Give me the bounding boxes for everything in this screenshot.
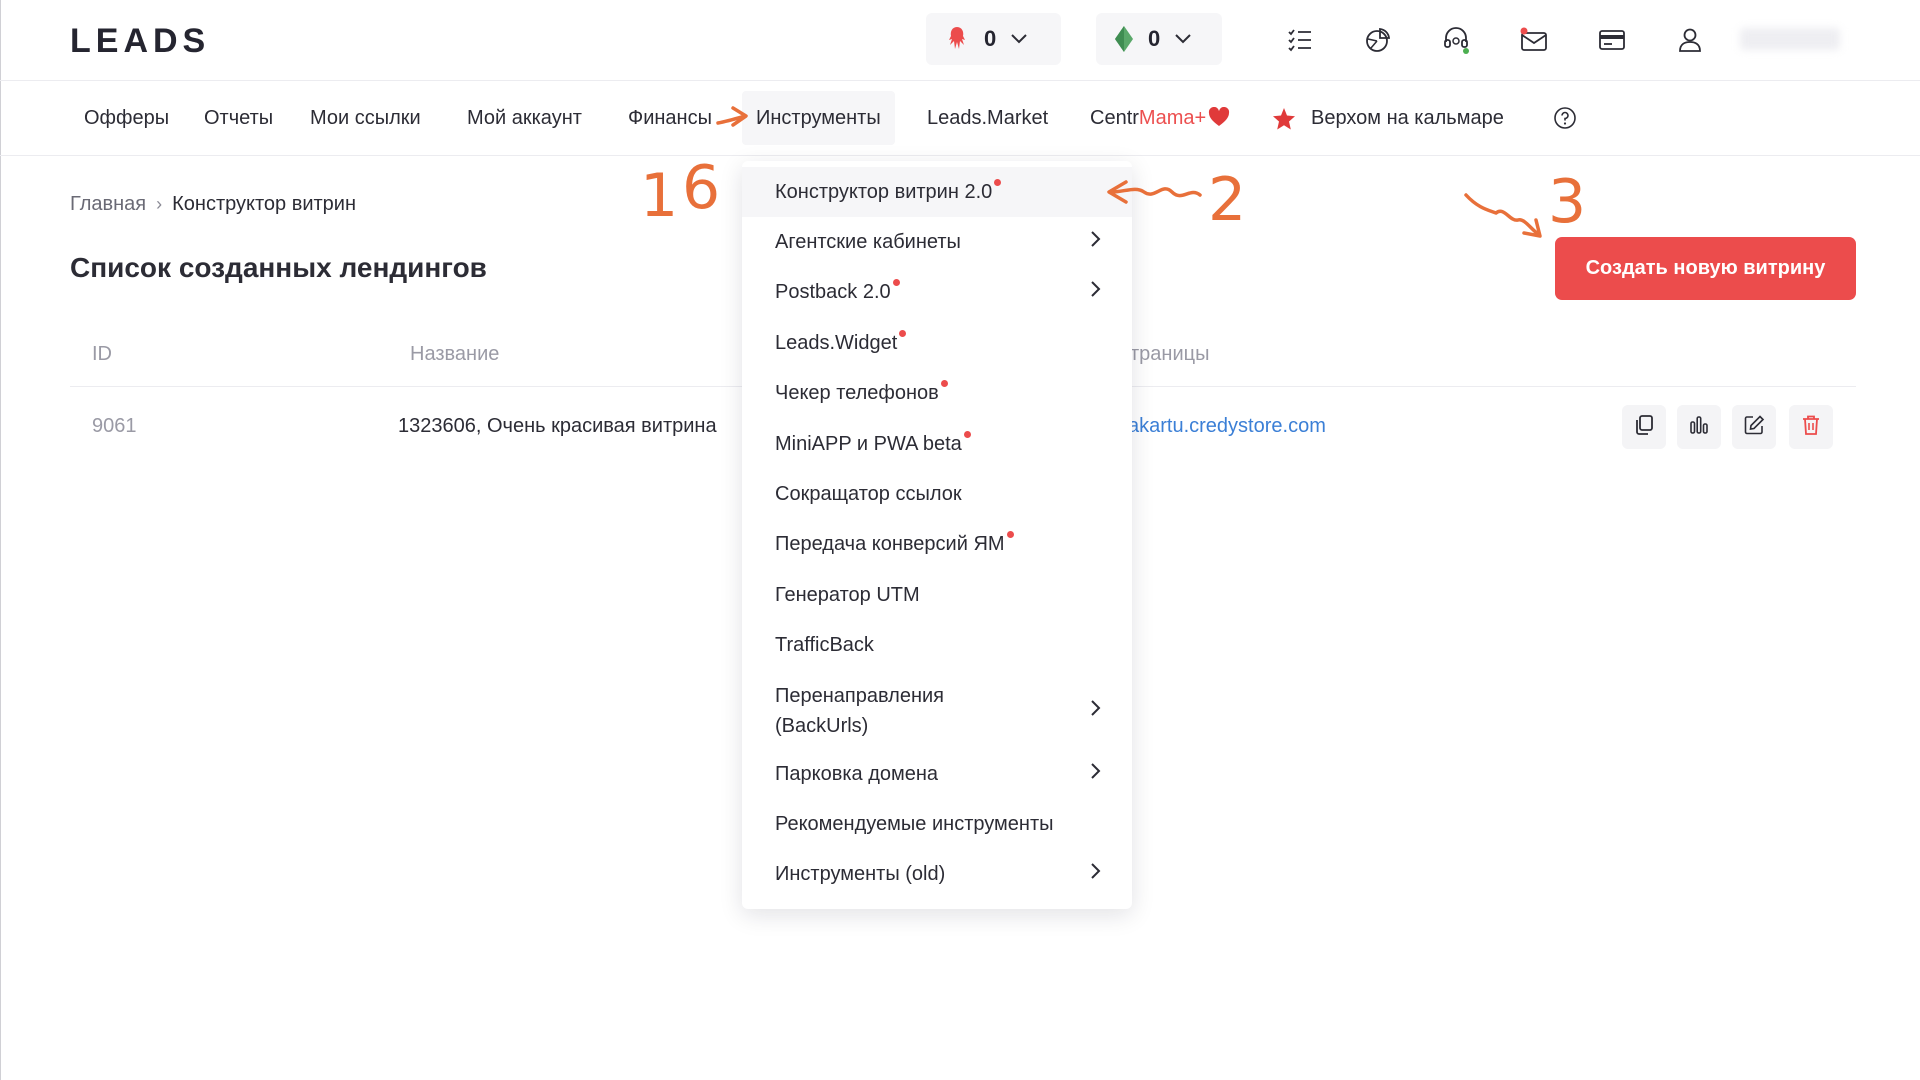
row-page-link[interactable]: akartu.credystore.com bbox=[1128, 415, 1326, 438]
main-navigation: Офферы Отчеты Мои ссылки Мой аккаунт Фин… bbox=[0, 81, 1920, 156]
new-dot-badge bbox=[892, 278, 900, 286]
row-name: 1323606, Очень красивая витрина bbox=[398, 415, 717, 437]
nav-centrmama[interactable]: CentrMama+ bbox=[1090, 106, 1230, 133]
menu-item-label: Leads.Widget bbox=[775, 331, 898, 354]
menu-item-recommended-tools[interactable]: Рекомендуемые инструменты bbox=[742, 799, 1132, 849]
breadcrumb-separator: › bbox=[156, 194, 163, 214]
edit-pencil-icon bbox=[1743, 414, 1765, 441]
menu-item-label: Чекер телефонов bbox=[775, 381, 939, 404]
gem-counter-dropdown[interactable]: 0 bbox=[1096, 13, 1222, 65]
menu-item-postback[interactable]: Postback 2.0 bbox=[742, 267, 1132, 317]
annotation-number-6: 6 bbox=[682, 153, 720, 223]
new-dot-badge bbox=[963, 430, 971, 438]
menu-item-agent-cabinets[interactable]: Агентские кабинеты bbox=[742, 217, 1132, 267]
star-icon bbox=[1272, 107, 1296, 136]
menu-item-ym-conversions[interactable]: Передача конверсий ЯМ bbox=[742, 519, 1132, 569]
chevron-right-icon bbox=[1090, 862, 1102, 886]
menu-item-trafficback[interactable]: TrafficBack bbox=[742, 620, 1132, 670]
chevron-right-icon bbox=[1090, 230, 1102, 254]
annotation-number-3: 3 bbox=[1548, 167, 1586, 237]
copy-button[interactable] bbox=[1622, 405, 1666, 449]
trash-icon bbox=[1801, 414, 1821, 441]
menu-item-label: Postback 2.0 bbox=[775, 280, 891, 303]
blurred-user-id bbox=[1740, 28, 1840, 50]
squid-count: 0 bbox=[984, 26, 997, 51]
nav-leads-market[interactable]: Leads.Market bbox=[927, 107, 1048, 130]
menu-item-leads-widget[interactable]: Leads.Widget bbox=[742, 318, 1132, 368]
column-header-id: ID bbox=[92, 343, 112, 365]
menu-item-label: TrafficBack bbox=[775, 633, 874, 656]
edit-button[interactable] bbox=[1732, 405, 1776, 449]
menu-item-label: Рекомендуемые инструменты bbox=[775, 812, 1054, 835]
breadcrumb-home[interactable]: Главная bbox=[70, 193, 146, 216]
breadcrumb: Главная › Конструктор витрин bbox=[70, 193, 356, 216]
gem-icon bbox=[1114, 25, 1134, 53]
bar-chart-icon bbox=[1688, 414, 1710, 441]
new-dot-badge bbox=[994, 178, 1002, 186]
nav-my-links[interactable]: Мои ссылки bbox=[310, 107, 421, 130]
nav-reports[interactable]: Отчеты bbox=[204, 107, 273, 130]
chevron-right-icon bbox=[1090, 280, 1102, 304]
chevron-right-icon bbox=[1090, 762, 1102, 786]
menu-item-showcase-builder[interactable]: Конструктор витрин 2.0 bbox=[742, 167, 1132, 217]
nav-squid-ride[interactable]: Верхом на кальмаре bbox=[1311, 107, 1504, 130]
menu-item-label: Генератор UTM bbox=[775, 583, 920, 606]
new-dot-badge bbox=[1006, 530, 1014, 538]
stats-button[interactable] bbox=[1677, 405, 1721, 449]
menu-item-label-line1: Перенаправления bbox=[775, 685, 944, 707]
new-dot-badge bbox=[899, 329, 907, 337]
annotation-number-1: 1 bbox=[640, 161, 678, 231]
squid-counter-dropdown[interactable]: 0 bbox=[926, 13, 1061, 65]
menu-item-label: Сокращатор ссылок bbox=[775, 482, 962, 505]
menu-item-miniapp-pwa[interactable]: MiniAPP и PWA beta bbox=[742, 419, 1132, 469]
nav-my-account[interactable]: Мой аккаунт bbox=[467, 107, 582, 130]
page-title: Список созданных лендингов bbox=[70, 252, 487, 283]
centr-label: Centr bbox=[1090, 107, 1139, 129]
create-showcase-button[interactable]: Создать новую витрину bbox=[1555, 237, 1856, 300]
column-header-pages: траницы bbox=[1130, 343, 1210, 365]
column-header-name: Название bbox=[410, 343, 500, 365]
gem-count: 0 bbox=[1148, 26, 1161, 51]
copy-icon bbox=[1633, 414, 1655, 441]
tools-dropdown-menu: Конструктор витрин 2.0 Агентские кабинет… bbox=[742, 161, 1132, 909]
menu-item-label-line2: (BackUrls) bbox=[775, 715, 869, 737]
menu-item-label: Передача конверсий ЯМ bbox=[775, 532, 1005, 555]
user-profile-icon[interactable] bbox=[1676, 26, 1704, 54]
menu-item-utm-generator[interactable]: Генератор UTM bbox=[742, 570, 1132, 620]
menu-item-label: Инструменты (old) bbox=[775, 862, 946, 885]
row-id: 9061 bbox=[92, 415, 137, 437]
leads-logo[interactable]: LEADS bbox=[70, 22, 210, 61]
chevron-right-icon bbox=[1090, 696, 1102, 726]
menu-item-label: Парковка домена bbox=[775, 762, 939, 785]
squid-icon bbox=[944, 25, 970, 53]
mail-icon[interactable] bbox=[1520, 26, 1548, 54]
nav-offers[interactable]: Офферы bbox=[84, 107, 169, 130]
menu-item-label: MiniAPP и PWA beta bbox=[775, 432, 962, 455]
delete-button[interactable] bbox=[1789, 405, 1833, 449]
menu-item-label: Агентские кабинеты bbox=[775, 230, 961, 253]
chevron-down-icon bbox=[1010, 33, 1028, 45]
help-icon[interactable] bbox=[1553, 106, 1577, 135]
breadcrumb-current: Конструктор витрин bbox=[172, 193, 357, 215]
nav-tools[interactable]: Инструменты bbox=[742, 91, 895, 145]
window-left-border bbox=[0, 0, 1, 1080]
tasks-list-icon[interactable] bbox=[1286, 26, 1314, 54]
menu-item-label: Перенаправления (BackUrls) bbox=[775, 681, 944, 741]
menu-item-redirects[interactable]: Перенаправления (BackUrls) bbox=[742, 675, 1132, 747]
top-header: LEADS 0 0 bbox=[0, 0, 1920, 81]
pie-chart-icon[interactable] bbox=[1364, 26, 1392, 54]
menu-item-link-shortener[interactable]: Сокращатор ссылок bbox=[742, 469, 1132, 519]
new-dot-badge bbox=[940, 379, 948, 387]
nav-finance[interactable]: Финансы bbox=[628, 107, 712, 130]
credit-card-icon[interactable] bbox=[1598, 26, 1626, 54]
menu-item-domain-parking[interactable]: Парковка домена bbox=[742, 749, 1132, 799]
menu-item-phone-checker[interactable]: Чекер телефонов bbox=[742, 368, 1132, 418]
menu-item-label: Конструктор витрин 2.0 bbox=[775, 180, 993, 203]
mama-label: Mama+ bbox=[1138, 107, 1207, 129]
chevron-down-icon bbox=[1174, 33, 1192, 45]
annotation-number-2: 2 bbox=[1208, 165, 1246, 235]
heart-icon bbox=[1208, 106, 1230, 133]
menu-item-tools-old[interactable]: Инструменты (old) bbox=[742, 849, 1132, 899]
support-headset-icon[interactable] bbox=[1442, 26, 1470, 54]
